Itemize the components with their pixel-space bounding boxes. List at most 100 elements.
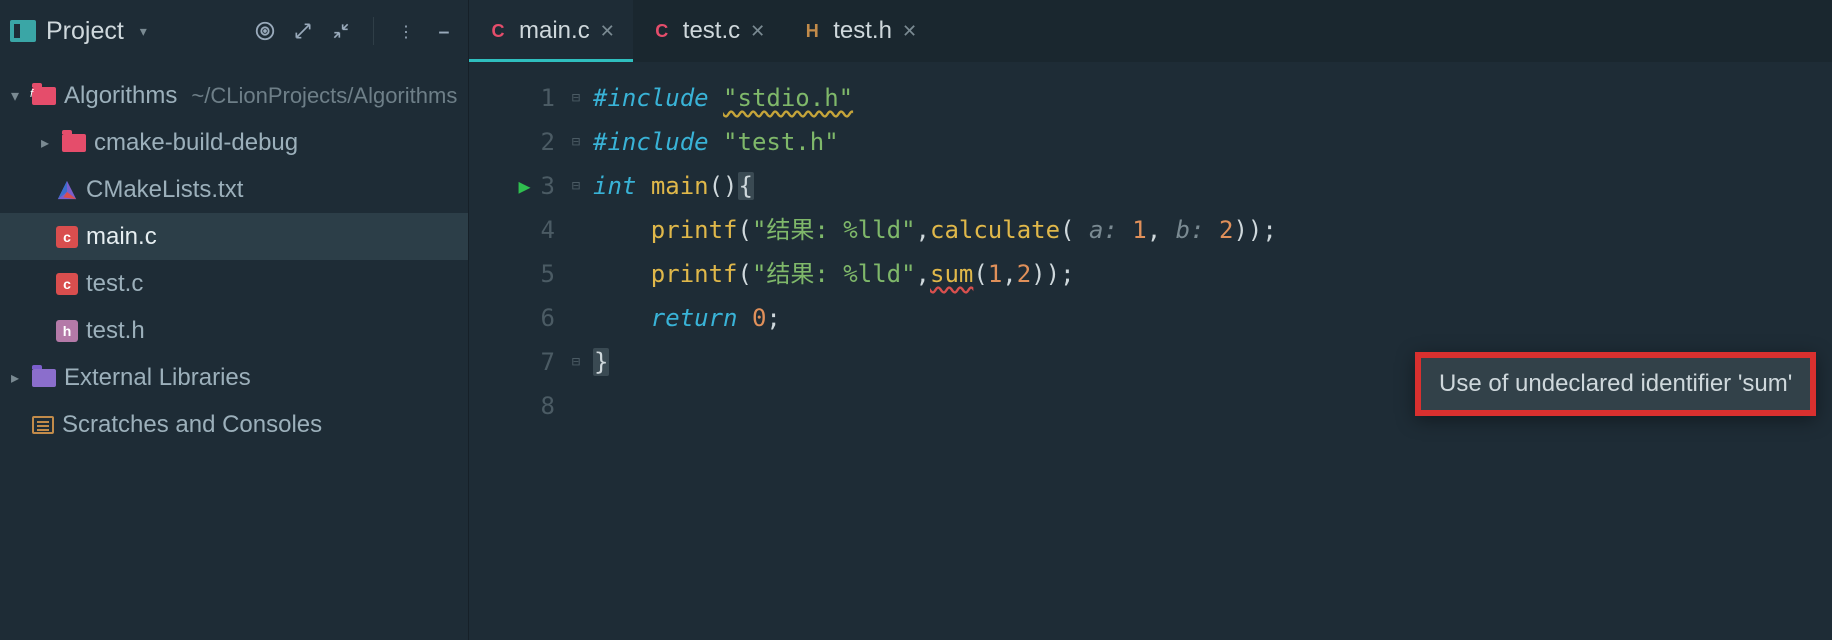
code-token: ( bbox=[973, 260, 987, 288]
code-token: 2 bbox=[1219, 216, 1233, 244]
code-editor[interactable]: 1 2 ▶3 4 5 6 7 8 ⊟ ⊟ ⊟ ⊟ #include "stdio… bbox=[469, 62, 1832, 640]
project-view-icon[interactable] bbox=[10, 20, 36, 42]
close-icon[interactable]: ✕ bbox=[750, 21, 765, 42]
tree-external-libraries[interactable]: ▸ External Libraries bbox=[0, 354, 468, 401]
tree-item-label: External Libraries bbox=[64, 364, 251, 392]
c-file-icon: c bbox=[56, 273, 78, 295]
sidebar-header: Project ▾ ⋮ — bbox=[0, 0, 468, 62]
tab-test-h[interactable]: H test.h ✕ bbox=[783, 0, 935, 62]
line-number: 2 bbox=[541, 120, 555, 164]
fold-line: ⊟ bbox=[565, 120, 587, 164]
code-token: "stdio.h" bbox=[723, 84, 853, 112]
code-token: )); bbox=[1031, 260, 1074, 288]
line-number: 7 bbox=[541, 340, 555, 384]
line-number: 3 bbox=[541, 164, 555, 208]
error-tooltip: Use of undeclared identifier 'sum' bbox=[1415, 352, 1816, 416]
scratches-icon bbox=[32, 416, 54, 434]
tree-file-test-c[interactable]: c test.c bbox=[0, 260, 468, 307]
line-number: 4 bbox=[541, 208, 555, 252]
tab-label: main.c bbox=[519, 17, 590, 45]
folder-icon: f bbox=[32, 87, 56, 105]
tree-item-label: CMakeLists.txt bbox=[86, 176, 243, 204]
chevron-right-icon[interactable]: ▸ bbox=[36, 133, 54, 153]
tree-folder-cmake-build[interactable]: ▸ cmake-build-debug bbox=[0, 119, 468, 166]
code-token: a: bbox=[1075, 216, 1133, 244]
chevron-right-icon[interactable]: ▸ bbox=[6, 368, 24, 388]
code-token: , bbox=[1002, 260, 1016, 288]
code-token: ( bbox=[738, 216, 752, 244]
tree-root-path: ~/CLionProjects/Algorithms bbox=[191, 83, 457, 109]
code-token: #include bbox=[593, 84, 723, 112]
code-token: printf bbox=[651, 260, 738, 288]
code-token: ( bbox=[738, 260, 752, 288]
minimize-icon[interactable]: — bbox=[430, 17, 458, 45]
chevron-down-icon[interactable]: ▾ bbox=[6, 86, 24, 106]
folder-icon bbox=[62, 134, 86, 152]
code-token: return bbox=[651, 304, 752, 332]
fold-marker[interactable]: ⊟ bbox=[565, 164, 587, 208]
code-token: 2 bbox=[1017, 260, 1031, 288]
tree-file-main-c[interactable]: c main.c bbox=[0, 213, 468, 260]
code-token: "结果: %lld" bbox=[752, 216, 916, 244]
project-tree: ▾ f Algorithms ~/CLionProjects/Algorithm… bbox=[0, 62, 468, 448]
code-token: , bbox=[1147, 216, 1161, 244]
tree-file-cmakelists[interactable]: CMakeLists.txt bbox=[0, 166, 468, 213]
c-file-icon: C bbox=[651, 20, 673, 42]
chevron-down-icon[interactable]: ▾ bbox=[138, 21, 149, 42]
code-token: b: bbox=[1161, 216, 1219, 244]
error-tooltip-text: Use of undeclared identifier 'sum' bbox=[1439, 370, 1792, 397]
sidebar-title[interactable]: Project bbox=[46, 17, 124, 46]
code-token: 0 bbox=[752, 304, 766, 332]
tab-label: test.h bbox=[833, 17, 892, 45]
code-token: "结果: %lld" bbox=[752, 260, 916, 288]
code-token: printf bbox=[651, 216, 738, 244]
editor-tabs: C main.c ✕ C test.c ✕ H test.h ✕ bbox=[469, 0, 1832, 62]
tab-test-c[interactable]: C test.c ✕ bbox=[633, 0, 783, 62]
close-icon[interactable]: ✕ bbox=[902, 21, 917, 42]
tree-item-label: cmake-build-debug bbox=[94, 129, 298, 157]
tree-scratches[interactable]: ▸ Scratches and Consoles bbox=[0, 401, 468, 448]
target-icon[interactable] bbox=[251, 17, 279, 45]
line-number: 1 bbox=[541, 76, 555, 120]
c-file-icon: C bbox=[487, 20, 509, 42]
close-icon[interactable]: ✕ bbox=[600, 21, 615, 42]
tree-item-label: test.c bbox=[86, 270, 143, 298]
tree-root[interactable]: ▾ f Algorithms ~/CLionProjects/Algorithm… bbox=[0, 72, 468, 119]
code-token: ; bbox=[766, 304, 780, 332]
code-content[interactable]: #include "stdio.h" #include "test.h" int… bbox=[587, 62, 1832, 640]
code-token: } bbox=[593, 348, 609, 376]
code-token: () bbox=[709, 172, 738, 200]
code-token: int bbox=[593, 172, 636, 200]
tab-main-c[interactable]: C main.c ✕ bbox=[469, 0, 633, 62]
h-file-icon: h bbox=[56, 320, 78, 342]
code-token: , bbox=[916, 260, 930, 288]
code-token: #include bbox=[593, 128, 723, 156]
tab-label: test.c bbox=[683, 17, 740, 45]
fold-end: ⊟ bbox=[565, 340, 587, 384]
collapse-icon[interactable] bbox=[327, 17, 355, 45]
run-gutter-icon[interactable]: ▶ bbox=[519, 164, 531, 208]
code-token: "test.h" bbox=[723, 128, 839, 156]
fold-column: ⊟ ⊟ ⊟ ⊟ bbox=[565, 62, 587, 640]
fold-line: ⊟ bbox=[565, 76, 587, 120]
libraries-icon bbox=[32, 369, 56, 387]
code-token: 1 bbox=[988, 260, 1002, 288]
code-token: , bbox=[916, 216, 930, 244]
code-token: )); bbox=[1233, 216, 1276, 244]
tree-item-label: Scratches and Consoles bbox=[62, 411, 322, 439]
code-token bbox=[636, 172, 650, 200]
cmake-icon bbox=[56, 179, 78, 201]
line-number: 8 bbox=[541, 384, 555, 428]
line-gutter: 1 2 ▶3 4 5 6 7 8 bbox=[469, 62, 565, 640]
project-sidebar: Project ▾ ⋮ — ▾ f Algorithms ~/CLionProj… bbox=[0, 0, 469, 640]
code-token: 1 bbox=[1132, 216, 1146, 244]
editor-pane: C main.c ✕ C test.c ✕ H test.h ✕ 1 2 ▶3 … bbox=[469, 0, 1832, 640]
c-file-icon: c bbox=[56, 226, 78, 248]
line-number: 6 bbox=[541, 296, 555, 340]
h-file-icon: H bbox=[801, 20, 823, 42]
more-icon[interactable]: ⋮ bbox=[392, 17, 420, 45]
code-token: sum bbox=[930, 260, 973, 288]
tree-root-label: Algorithms bbox=[64, 82, 177, 110]
tree-file-test-h[interactable]: h test.h bbox=[0, 307, 468, 354]
expand-icon[interactable] bbox=[289, 17, 317, 45]
